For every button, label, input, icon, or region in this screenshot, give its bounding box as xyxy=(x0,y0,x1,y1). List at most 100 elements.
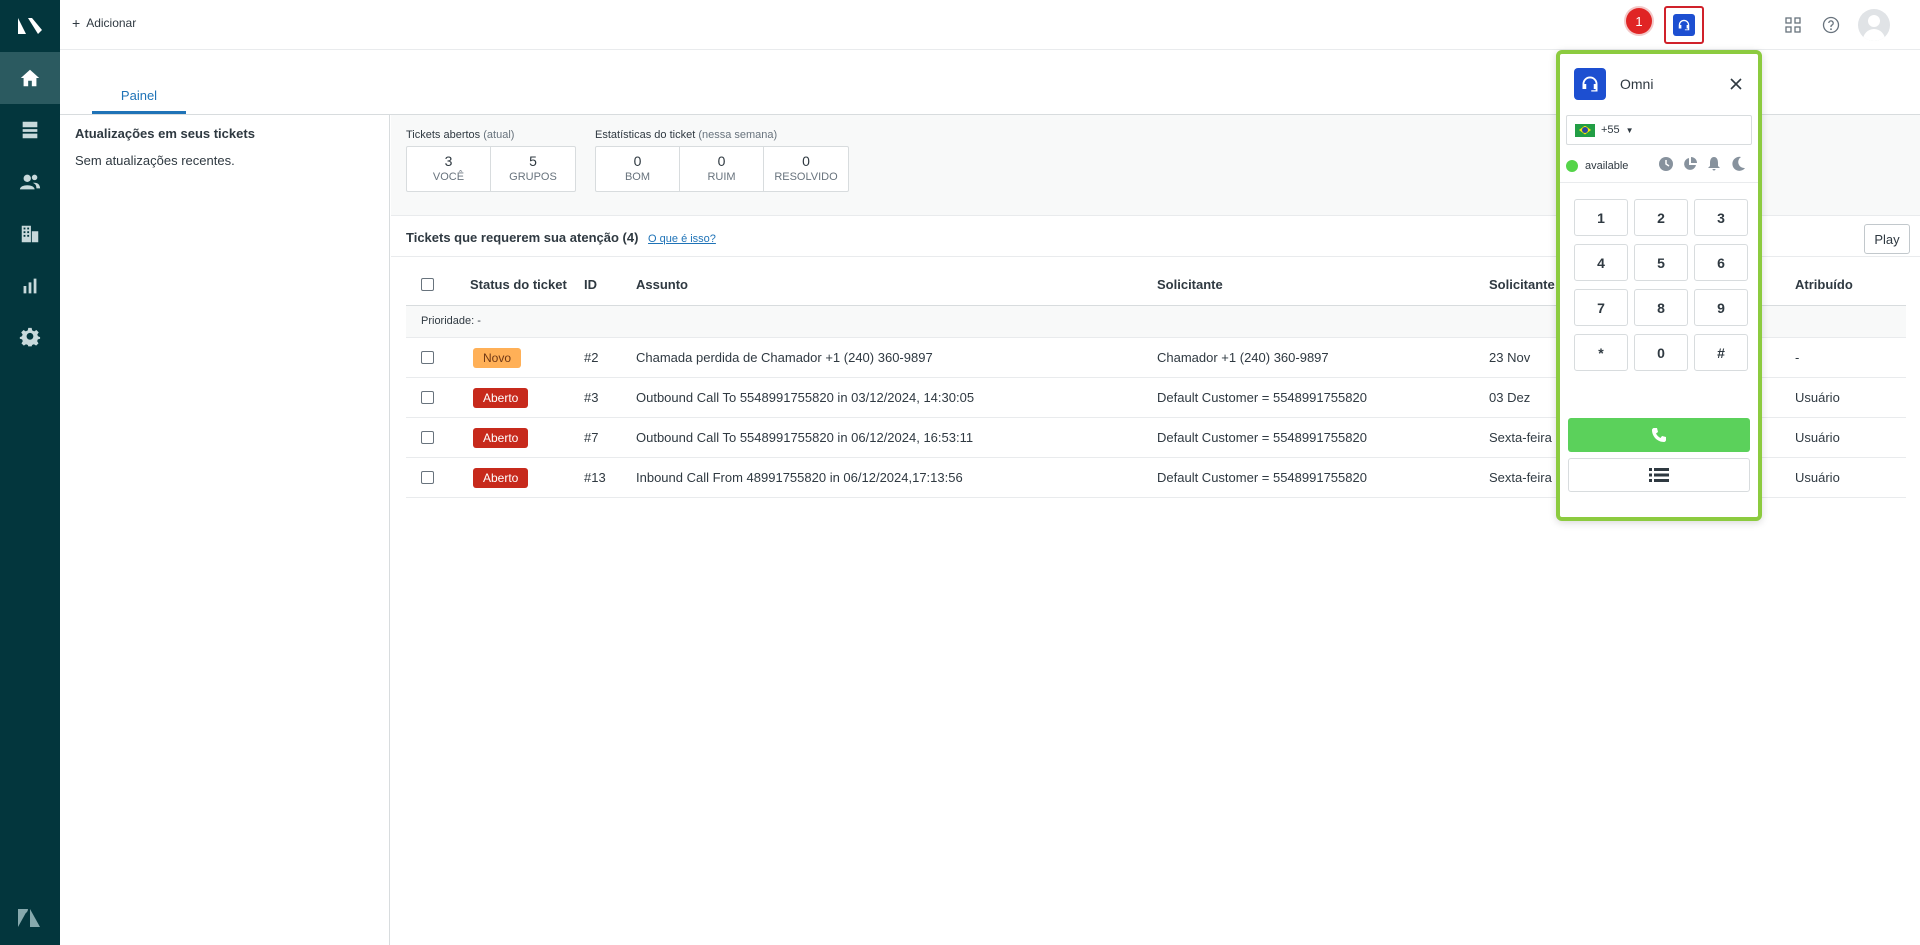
header-requester-updated[interactable]: Solicitante xyxy=(1489,277,1555,292)
left-navigation xyxy=(0,0,60,945)
ticket-subject[interactable]: Chamada perdida de Chamador +1 (240) 360… xyxy=(636,350,933,365)
ticket-id: #7 xyxy=(584,430,599,445)
row-checkbox[interactable] xyxy=(421,351,434,364)
header-requester[interactable]: Solicitante xyxy=(1157,277,1223,292)
zendesk-logo-icon xyxy=(18,909,40,927)
views-icon xyxy=(22,121,38,139)
tab-painel[interactable]: Painel xyxy=(92,88,186,114)
stat-you[interactable]: 3 VOCÊ xyxy=(407,147,491,191)
call-button[interactable] xyxy=(1568,418,1750,452)
phone-icon xyxy=(1652,428,1666,442)
key-4[interactable]: 4 xyxy=(1574,244,1628,281)
ticket-id: #2 xyxy=(584,350,599,365)
country-code[interactable]: +55 xyxy=(1601,124,1620,136)
add-button-label: Adicionar xyxy=(86,16,137,30)
header-status[interactable]: Status do ticket xyxy=(470,277,567,292)
bar-chart-icon xyxy=(23,278,37,294)
stat-label: RUIM xyxy=(707,171,736,183)
key-7[interactable]: 7 xyxy=(1574,289,1628,326)
help-icon[interactable] xyxy=(1821,15,1841,35)
ticket-date: 03 Dez xyxy=(1489,390,1531,405)
row-checkbox[interactable] xyxy=(421,391,434,404)
home-icon xyxy=(20,69,40,87)
headset-icon xyxy=(1673,14,1695,36)
key-6[interactable]: 6 xyxy=(1694,244,1748,281)
clock-icon[interactable] xyxy=(1658,156,1674,172)
ticket-date: Sexta-feira xyxy=(1489,470,1552,485)
user-avatar[interactable] xyxy=(1858,9,1890,41)
nav-home[interactable] xyxy=(0,52,60,104)
status-options xyxy=(1658,156,1746,172)
add-button[interactable]: + Adicionar xyxy=(72,16,136,30)
omni-dialer-panel: Omni +55 ▼ available 1 2 3 4 5 6 7 8 9 *… xyxy=(1556,50,1762,521)
nav-reports[interactable] xyxy=(0,260,60,312)
phone-number-input[interactable]: +55 ▼ xyxy=(1566,115,1752,145)
ticket-subject[interactable]: Outbound Call To 5548991755820 in 03/12/… xyxy=(636,390,974,405)
nav-views[interactable] xyxy=(0,104,60,156)
what-is-this-link[interactable]: O que é isso? xyxy=(648,233,716,245)
nav-admin[interactable] xyxy=(0,312,60,364)
header-id[interactable]: ID xyxy=(584,277,597,292)
ticket-subject[interactable]: Outbound Call To 5548991755820 in 06/12/… xyxy=(636,430,973,445)
stat-label: VOCÊ xyxy=(432,171,465,183)
attention-title: Tickets que requerem sua atenção (4) xyxy=(406,230,639,245)
priority-group-label: Prioridade: - xyxy=(421,315,481,327)
bell-icon[interactable] xyxy=(1706,156,1722,172)
key-9[interactable]: 9 xyxy=(1694,289,1748,326)
stat-bad[interactable]: 0 RUIM xyxy=(680,147,764,191)
call-history-button[interactable] xyxy=(1568,458,1750,492)
headset-icon xyxy=(1574,68,1606,100)
ticket-requester: Default Customer = 5548991755820 xyxy=(1157,390,1367,405)
ticket-stats-title: Estatísticas do ticket xyxy=(595,129,696,141)
stat-good[interactable]: 0 BOM xyxy=(596,147,680,191)
open-tickets-stats: Tickets abertos (atual) 3 VOCÊ 5 GRUPOS xyxy=(406,129,576,192)
dial-keypad: 1 2 3 4 5 6 7 8 9 * 0 # xyxy=(1574,199,1748,371)
ticket-date: Sexta-feira xyxy=(1489,430,1552,445)
status-badge: Aberto xyxy=(473,388,529,408)
product-logo-icon[interactable] xyxy=(16,14,44,38)
ticket-requester: Default Customer = 5548991755820 xyxy=(1157,430,1367,445)
stat-solved[interactable]: 0 RESOLVIDO xyxy=(764,147,848,191)
apps-grid-icon[interactable] xyxy=(1783,15,1803,35)
play-button[interactable]: Play xyxy=(1864,224,1910,254)
header-subject[interactable]: Assunto xyxy=(636,277,688,292)
moon-icon[interactable] xyxy=(1730,156,1746,172)
omni-app-name: Omni xyxy=(1620,76,1654,92)
key-0[interactable]: 0 xyxy=(1634,334,1688,371)
stat-label: GRUPOS xyxy=(509,171,557,183)
updates-title: Atualizações em seus tickets xyxy=(75,126,255,141)
key-star[interactable]: * xyxy=(1574,334,1628,371)
row-checkbox[interactable] xyxy=(421,431,434,444)
key-3[interactable]: 3 xyxy=(1694,199,1748,236)
stat-value: 0 xyxy=(717,153,726,169)
nav-organizations[interactable] xyxy=(0,208,60,260)
status-badge: Aberto xyxy=(473,468,529,488)
updates-panel: Atualizações em seus tickets Sem atualiz… xyxy=(60,115,390,945)
row-checkbox[interactable] xyxy=(421,471,434,484)
stat-label: BOM xyxy=(624,171,651,183)
close-icon[interactable] xyxy=(1728,76,1744,92)
stat-value: 0 xyxy=(802,153,810,169)
key-1[interactable]: 1 xyxy=(1574,199,1628,236)
gear-icon xyxy=(19,327,41,347)
key-2[interactable]: 2 xyxy=(1634,199,1688,236)
status-badge: Novo xyxy=(473,348,522,368)
omni-app-button[interactable] xyxy=(1664,6,1704,44)
building-icon xyxy=(21,225,39,243)
key-hash[interactable]: # xyxy=(1694,334,1748,371)
header-assignee[interactable]: Atribuído xyxy=(1795,277,1853,292)
ticket-statistics: Estatísticas do ticket (nessa semana) 0 … xyxy=(595,129,849,192)
agent-status-label: available xyxy=(1585,160,1629,172)
key-5[interactable]: 5 xyxy=(1634,244,1688,281)
attention-header: Tickets que requerem sua atenção (4) O q… xyxy=(406,230,716,245)
key-8[interactable]: 8 xyxy=(1634,289,1688,326)
stat-groups[interactable]: 5 GRUPOS xyxy=(491,147,575,191)
ticket-subject[interactable]: Inbound Call From 48991755820 in 06/12/2… xyxy=(636,470,963,485)
select-all-checkbox[interactable] xyxy=(421,278,434,291)
open-tickets-title: Tickets abertos xyxy=(406,129,481,141)
chevron-down-icon[interactable]: ▼ xyxy=(1626,126,1634,135)
notification-badge[interactable]: 1 xyxy=(1626,8,1652,34)
pie-chart-icon[interactable] xyxy=(1682,156,1698,172)
ticket-stats-qualifier: (nessa semana) xyxy=(698,129,778,141)
nav-customers[interactable] xyxy=(0,156,60,208)
